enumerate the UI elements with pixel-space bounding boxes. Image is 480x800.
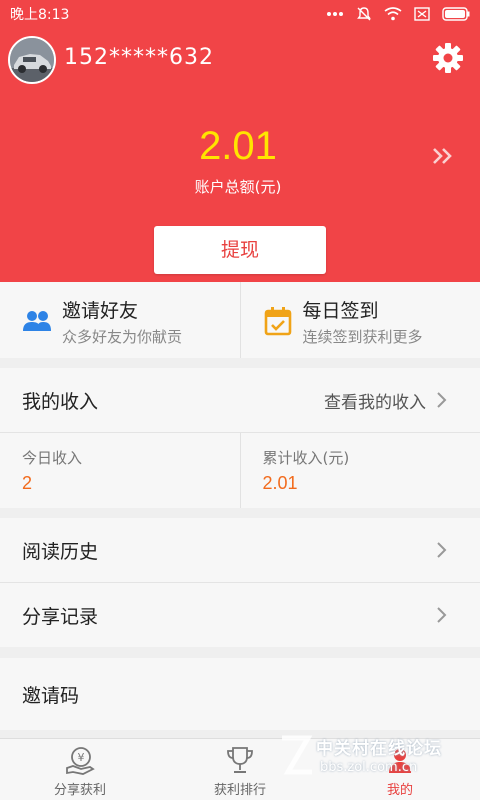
tab-mine-label: 我的 bbox=[386, 783, 413, 798]
share-records-label: 分享记录 bbox=[22, 605, 99, 628]
account-balance: 2.01 bbox=[199, 124, 277, 168]
chevron-right-icon bbox=[436, 391, 448, 409]
tab-profit-ranking-label: 获利排行 bbox=[213, 783, 266, 798]
my-income-row[interactable]: 我的收入 查看我的收入 bbox=[0, 368, 480, 432]
total-income-label: 累计收入(元) bbox=[262, 449, 350, 467]
quick-actions: 邀请好友 众多好友为你献贡 每日签到 连续签到获利更多 bbox=[0, 282, 480, 358]
calendar-check-icon bbox=[263, 306, 293, 336]
total-income-value: 2.01 bbox=[262, 473, 298, 493]
share-records-row[interactable]: 分享记录 bbox=[0, 583, 480, 647]
double-chevron-right-icon[interactable] bbox=[430, 144, 456, 168]
view-income-link[interactable]: 查看我的收入 bbox=[324, 388, 426, 413]
sim-none-icon bbox=[414, 7, 430, 21]
total-income: 累计收入(元) 2.01 bbox=[239, 433, 480, 508]
invite-friends-item[interactable]: 邀请好友 众多好友为你献贡 bbox=[0, 282, 240, 358]
income-stats: 今日收入 2 累计收入(元) 2.01 bbox=[0, 432, 480, 508]
people-icon bbox=[22, 306, 52, 336]
tab-mine[interactable]: 我的 bbox=[320, 739, 480, 800]
balance-label: 账户总额(元) bbox=[194, 178, 282, 196]
status-icons bbox=[326, 6, 470, 22]
trophy-icon bbox=[225, 745, 255, 775]
avatar[interactable] bbox=[8, 36, 56, 84]
user-phone: 152*****632 bbox=[64, 45, 214, 70]
wifi-icon bbox=[384, 7, 402, 21]
chevron-right-icon bbox=[436, 541, 448, 559]
mute-icon bbox=[356, 6, 372, 22]
today-income: 今日收入 2 bbox=[0, 433, 240, 508]
svg-text:¥: ¥ bbox=[78, 751, 85, 764]
daily-checkin-title: 每日签到 bbox=[302, 300, 379, 322]
share-coin-icon: ¥ bbox=[65, 745, 95, 775]
reading-history-row[interactable]: 阅读历史 bbox=[0, 518, 480, 582]
tab-profit-ranking[interactable]: 获利排行 bbox=[160, 739, 320, 800]
tab-share-profit[interactable]: ¥ 分享获利 bbox=[0, 739, 160, 800]
status-time: 晚上8:13 bbox=[10, 7, 70, 23]
today-income-label: 今日收入 bbox=[22, 449, 83, 467]
invite-friends-subtitle: 众多好友为你献贡 bbox=[62, 328, 183, 346]
gear-icon[interactable] bbox=[432, 42, 464, 74]
my-income-label: 我的收入 bbox=[22, 390, 99, 413]
withdraw-button[interactable]: 提现 bbox=[154, 226, 326, 274]
bottom-tab-bar: ¥ 分享获利 获利排行 我的 bbox=[0, 738, 480, 800]
invite-code-row[interactable]: 邀请码 bbox=[0, 658, 480, 730]
user-icon bbox=[385, 745, 415, 775]
account-header: 152*****632 2.01 账户总额(元) 提现 bbox=[0, 28, 480, 282]
daily-checkin-subtitle: 连续签到获利更多 bbox=[302, 328, 423, 346]
reading-history-label: 阅读历史 bbox=[22, 540, 99, 563]
status-bar: 晚上8:13 bbox=[0, 0, 480, 28]
tab-share-profit-label: 分享获利 bbox=[53, 783, 106, 798]
invite-friends-title: 邀请好友 bbox=[62, 300, 139, 322]
today-income-value: 2 bbox=[22, 473, 33, 493]
battery-icon bbox=[442, 7, 470, 21]
more-dots-icon bbox=[326, 11, 344, 17]
invite-code-label: 邀请码 bbox=[22, 684, 80, 707]
daily-checkin-item[interactable]: 每日签到 连续签到获利更多 bbox=[239, 282, 480, 358]
chevron-right-icon bbox=[436, 606, 448, 624]
